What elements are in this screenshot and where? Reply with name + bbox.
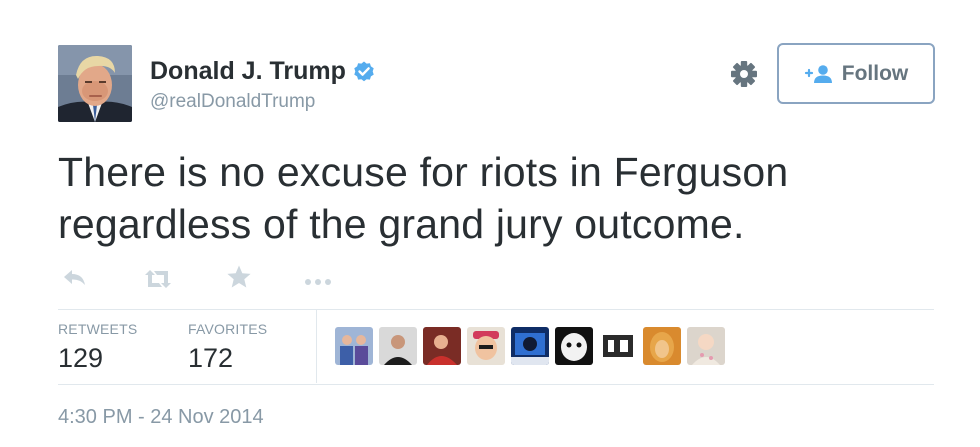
favoriter-avatar-8[interactable]: [643, 327, 681, 365]
author-name[interactable]: Donald J. Trump: [150, 57, 376, 86]
retweets-label[interactable]: RETWEETS: [58, 321, 137, 337]
star-icon[interactable]: [226, 264, 252, 295]
favorites-count[interactable]: 172: [188, 343, 233, 374]
author-handle[interactable]: @realDonaldTrump: [150, 91, 315, 113]
reply-icon[interactable]: [62, 268, 88, 293]
favoriter-avatar-9[interactable]: [687, 327, 725, 365]
follow-label: Follow: [841, 61, 909, 85]
stats-bottom-divider: [58, 384, 934, 385]
tweet-text: There is no excuse for riots in Ferguson…: [58, 146, 938, 250]
retweet-icon[interactable]: [142, 268, 174, 295]
favoriter-avatar-5[interactable]: [511, 327, 549, 365]
tweet-text-line-1: There is no excuse for riots in Ferguson: [58, 149, 789, 195]
author-avatar[interactable]: [58, 45, 132, 122]
favoriter-avatar-7[interactable]: [599, 327, 637, 365]
verified-badge-icon: [352, 60, 376, 84]
follow-button[interactable]: Follow: [777, 43, 935, 104]
favoriter-avatar-2[interactable]: [379, 327, 417, 365]
favoriter-avatar-3[interactable]: [423, 327, 461, 365]
more-icon[interactable]: [303, 273, 335, 291]
tweet-timestamp[interactable]: 4:30 PM - 24 Nov 2014: [58, 406, 264, 429]
gear-icon[interactable]: [727, 57, 761, 91]
favoriter-avatar-4[interactable]: [467, 327, 505, 365]
favoriter-avatar-1[interactable]: [335, 327, 373, 365]
add-user-icon: [804, 64, 834, 84]
author-name-text[interactable]: Donald J. Trump: [150, 57, 346, 86]
favoriters-list: [335, 327, 725, 365]
tweet-text-line-2: regardless of the grand jury outcome.: [58, 201, 745, 247]
favorites-label[interactable]: FAVORITES: [188, 321, 267, 337]
stats-top-divider: [58, 309, 934, 310]
stats-vertical-divider: [316, 310, 317, 383]
favoriter-avatar-6[interactable]: [555, 327, 593, 365]
retweets-count[interactable]: 129: [58, 343, 103, 374]
